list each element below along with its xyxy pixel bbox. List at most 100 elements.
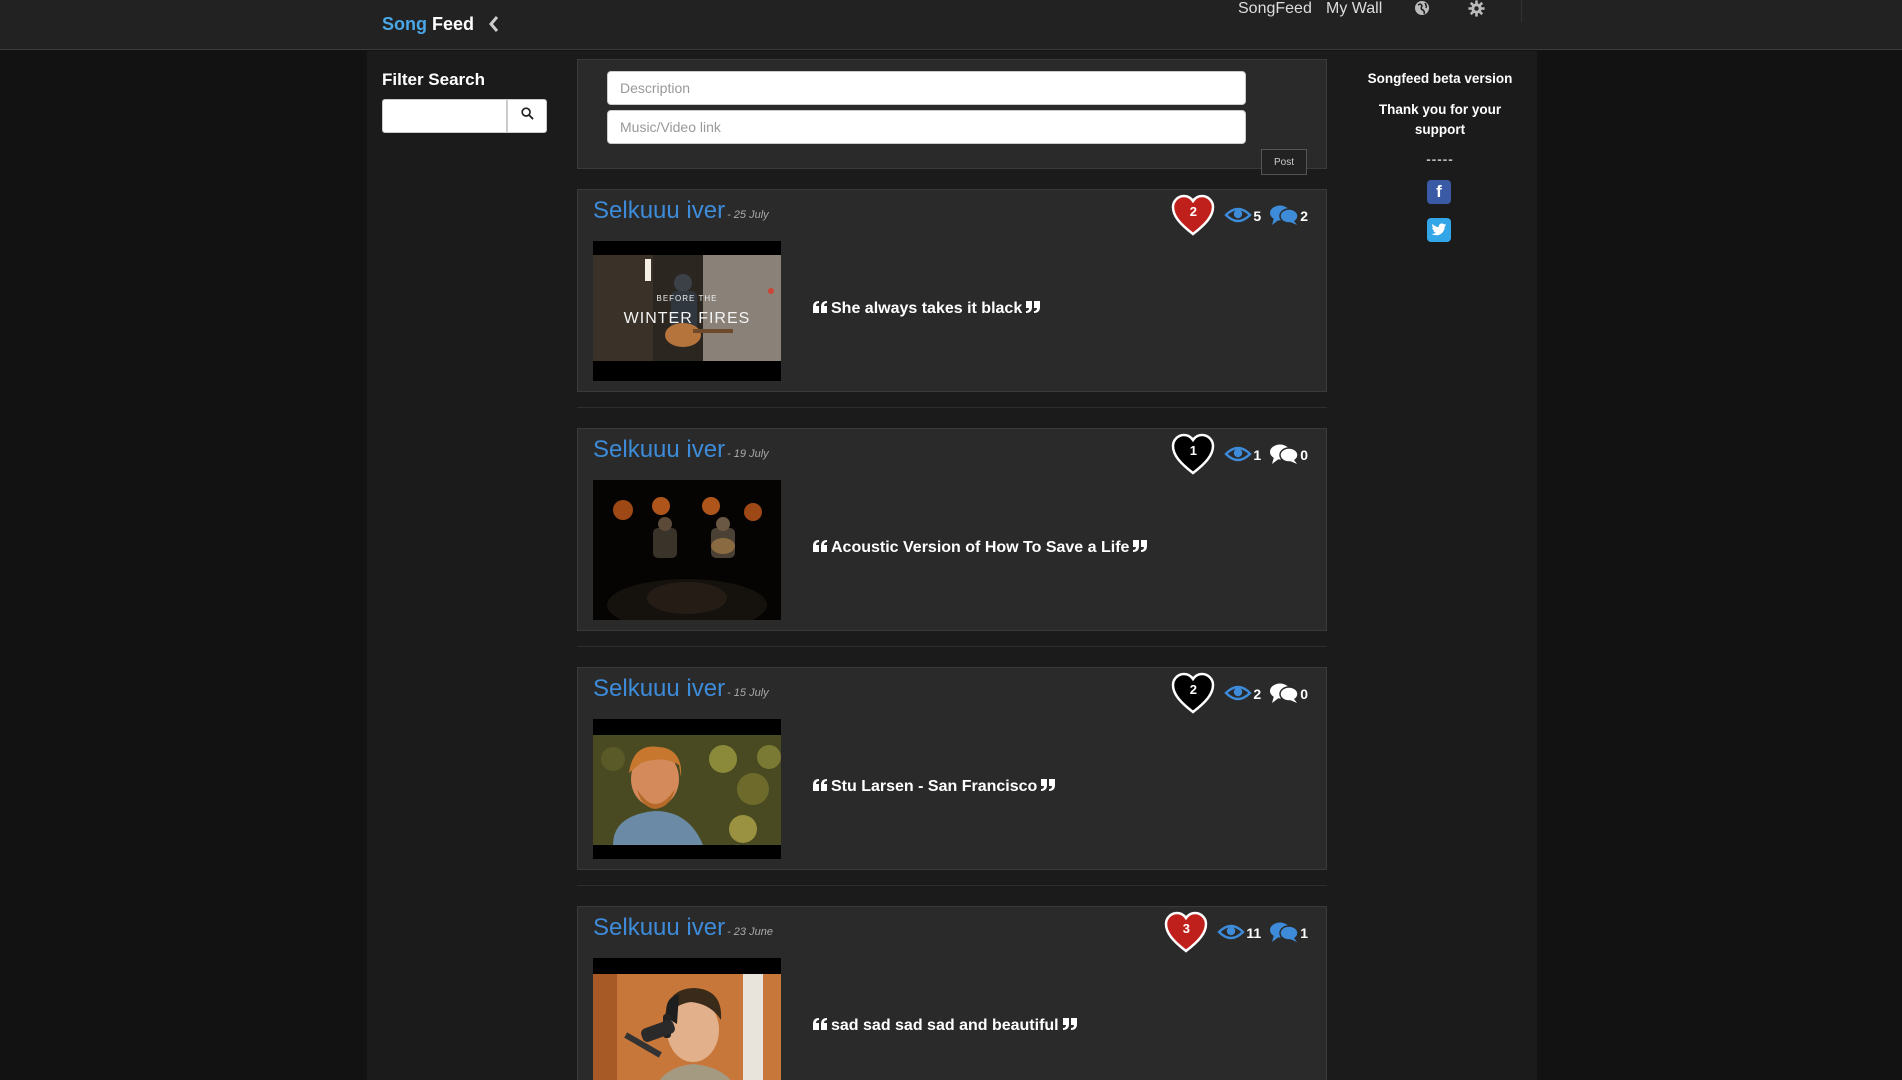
new-post-form: Post (577, 59, 1327, 175)
like-count: 3 (1182, 921, 1190, 936)
post-date: - 23 June (727, 926, 773, 938)
facebook-icon[interactable]: f (1427, 180, 1451, 204)
post-description: sad sad sad sad and beautiful (831, 1017, 1059, 1034)
search-icon (520, 107, 534, 125)
quote-close-icon (1133, 539, 1148, 557)
comments-icon (1269, 443, 1299, 468)
post-separator (577, 407, 1327, 408)
video-thumbnail[interactable] (593, 958, 781, 1080)
post-quote: Acoustic Version of How To Save a Life (813, 539, 1148, 557)
like-button[interactable]: 2 (1170, 672, 1216, 716)
post-button[interactable]: Post (1261, 149, 1307, 175)
search-button[interactable] (507, 99, 547, 133)
nav-link-my-wall[interactable]: My Wall (1326, 0, 1414, 18)
like-count: 2 (1189, 682, 1198, 697)
globe-icon[interactable] (1414, 0, 1468, 21)
twitter-icon[interactable] (1427, 218, 1451, 242)
post-author[interactable]: Selkuuu iver - 23 June (593, 914, 773, 942)
chevron-left-icon[interactable] (489, 16, 499, 37)
post-author-name[interactable]: Selkuuu iver (593, 197, 725, 224)
quote-close-icon (1026, 300, 1041, 318)
nav-link-songfeed[interactable]: SongFeed (1238, 0, 1326, 18)
view-count: 2 (1253, 686, 1262, 702)
comment-count: 0 (1300, 447, 1308, 463)
like-count: 2 (1189, 204, 1198, 219)
post-quote: Stu Larsen - San Francisco (813, 778, 1056, 796)
post-separator (577, 646, 1327, 647)
heart-icon (1170, 194, 1216, 242)
post-stats: 2 5 2 (1170, 194, 1308, 238)
beta-notice: Songfeed beta version (1367, 71, 1513, 86)
view-count: 5 (1253, 208, 1262, 224)
post-date: - 19 July (727, 448, 769, 460)
post-author[interactable]: Selkuuu iver - 15 July (593, 675, 769, 703)
view-count: 11 (1246, 925, 1262, 941)
comments-icon (1269, 204, 1299, 229)
views-stat: 5 (1224, 206, 1261, 227)
filter-search-title: Filter Search (382, 70, 485, 89)
like-button[interactable]: 2 (1170, 194, 1216, 238)
like-button[interactable]: 3 (1163, 911, 1209, 955)
comment-count: 2 (1300, 208, 1308, 224)
comments-button[interactable]: 0 (1269, 443, 1308, 468)
views-stat: 1 (1224, 445, 1261, 466)
like-button[interactable]: 1 (1170, 433, 1216, 477)
comments-button[interactable]: 1 (1269, 921, 1308, 946)
post-description: Acoustic Version of How To Save a Life (831, 539, 1130, 556)
music-video-link-input[interactable] (607, 110, 1246, 144)
comments-button[interactable]: 0 (1269, 682, 1308, 707)
post-quote: She always takes it black (813, 300, 1041, 318)
filter-search-input[interactable] (382, 99, 507, 133)
heart-icon (1170, 672, 1216, 720)
comment-count: 1 (1300, 925, 1308, 941)
brand-logo[interactable]: Song Feed (382, 14, 499, 37)
post-description: She always takes it black (831, 300, 1023, 317)
heart-icon (1163, 911, 1209, 959)
quote-close-icon (1041, 778, 1056, 796)
quote-open-icon (813, 778, 827, 796)
comments-button[interactable]: 2 (1269, 204, 1308, 229)
feed-post: Selkuuu iver - 15 July 2 2 0 Stu Larsen … (577, 667, 1327, 870)
post-author-name[interactable]: Selkuuu iver (593, 436, 725, 463)
feed-post: Selkuuu iver - 19 July 1 1 0 Acoustic Ve… (577, 428, 1327, 631)
post-quote: sad sad sad sad and beautiful (813, 1017, 1077, 1035)
thumb1-line2: WINTER FIRES (624, 310, 751, 327)
description-input[interactable] (607, 71, 1246, 105)
post-author[interactable]: Selkuuu iver - 19 July (593, 436, 769, 464)
eye-icon (1224, 684, 1253, 705)
video-thumbnail[interactable] (593, 480, 781, 620)
post-author-name[interactable]: Selkuuu iver (593, 914, 725, 941)
video-thumbnail[interactable] (593, 719, 781, 859)
post-separator (577, 885, 1327, 886)
post-description: Stu Larsen - San Francisco (831, 778, 1038, 795)
comments-icon (1269, 682, 1299, 707)
post-author-name[interactable]: Selkuuu iver (593, 675, 725, 702)
eye-icon (1224, 206, 1253, 227)
heart-icon (1170, 433, 1216, 481)
views-stat: 2 (1224, 684, 1261, 705)
post-stats: 3 11 1 (1163, 911, 1308, 955)
feed-post: Selkuuu iver - 23 June 3 11 1 sad sad sa… (577, 906, 1327, 1080)
feed-post: Selkuuu iver - 25 July 2 5 2 BEFORE THE … (577, 189, 1327, 392)
thumb1-line1: BEFORE THE (657, 294, 718, 303)
comments-icon (1269, 921, 1299, 946)
post-date: - 15 July (727, 687, 769, 699)
views-stat: 11 (1217, 923, 1261, 944)
comment-count: 0 (1300, 686, 1308, 702)
eye-icon (1224, 445, 1253, 466)
quote-open-icon (813, 1017, 827, 1035)
post-stats: 1 1 0 (1170, 433, 1308, 477)
gear-icon[interactable] (1468, 0, 1522, 22)
quote-open-icon (813, 539, 827, 557)
post-author[interactable]: Selkuuu iver - 25 July (593, 197, 769, 225)
divider-dashes: ----- (1426, 152, 1454, 167)
thanks-text: Thank you for your support (1378, 102, 1502, 137)
brand-feed: Feed (432, 14, 475, 34)
post-date: - 25 July (727, 209, 769, 221)
video-thumbnail[interactable]: BEFORE THE WINTER FIRES (593, 241, 781, 381)
brand-song: Song (382, 14, 427, 34)
view-count: 1 (1253, 447, 1262, 463)
eye-icon (1217, 923, 1246, 944)
like-count: 1 (1189, 443, 1198, 458)
quote-close-icon (1062, 1017, 1077, 1035)
